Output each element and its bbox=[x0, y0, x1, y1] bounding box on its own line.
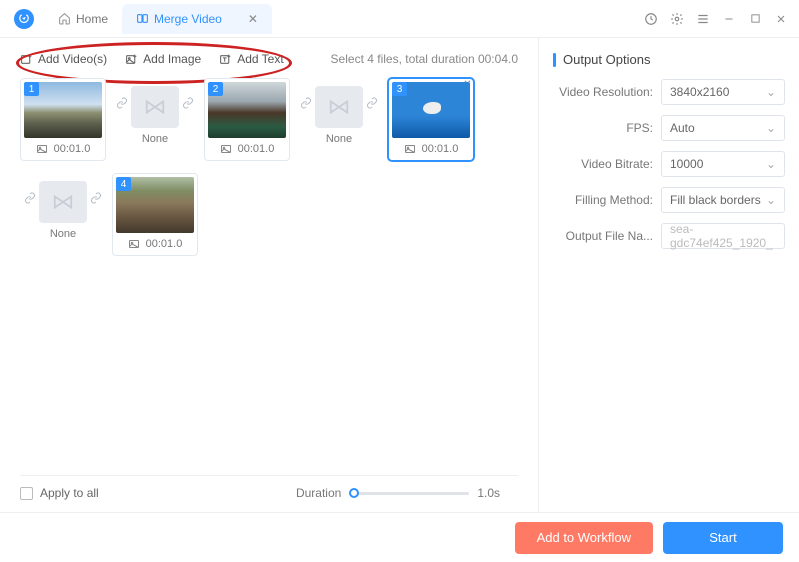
tab-merge-video[interactable]: Merge Video ✕ bbox=[122, 4, 272, 34]
window-controls bbox=[643, 11, 789, 27]
image-type-icon bbox=[404, 143, 416, 155]
apply-all-label: Apply to all bbox=[40, 486, 99, 500]
link-icon bbox=[116, 97, 128, 109]
close-tab-icon[interactable]: ✕ bbox=[248, 12, 258, 26]
maximize-icon[interactable] bbox=[747, 11, 763, 27]
transition-thumb bbox=[315, 86, 363, 128]
bitrate-select[interactable]: 10000⌄ bbox=[661, 151, 785, 177]
resolution-select[interactable]: 3840x2160⌄ bbox=[661, 79, 785, 105]
clip-index-badge: 4 bbox=[116, 177, 131, 191]
tab-home[interactable]: Home bbox=[44, 4, 122, 34]
menu-icon[interactable] bbox=[695, 11, 711, 27]
transition-slot[interactable]: None bbox=[112, 78, 198, 150]
chevron-down-icon: ⌄ bbox=[766, 193, 776, 207]
resolution-label: Video Resolution: bbox=[553, 85, 653, 99]
transition-label: None bbox=[326, 133, 352, 145]
app-logo bbox=[14, 9, 34, 29]
clip-card[interactable]: 1 00:01.0 bbox=[20, 78, 106, 161]
apply-all-checkbox[interactable] bbox=[20, 487, 33, 500]
add-image-icon bbox=[125, 53, 138, 66]
add-to-workflow-button[interactable]: Add to Workflow bbox=[515, 522, 653, 554]
add-videos-button[interactable]: Add Video(s) bbox=[20, 52, 107, 66]
chevron-down-icon: ⌄ bbox=[766, 157, 776, 171]
main-pane: Add Video(s) Add Image Add Text Select 4… bbox=[0, 38, 539, 512]
link-icon bbox=[182, 97, 194, 109]
transition-thumb bbox=[39, 181, 87, 223]
image-type-icon bbox=[128, 238, 140, 250]
merge-icon bbox=[136, 12, 149, 25]
link-icon bbox=[300, 97, 312, 109]
clip-index-badge: 2 bbox=[208, 82, 223, 96]
duration-slider[interactable] bbox=[349, 492, 469, 495]
bitrate-label: Video Bitrate: bbox=[553, 157, 653, 171]
history-icon[interactable] bbox=[643, 11, 659, 27]
add-toolbar: Add Video(s) Add Image Add Text Select 4… bbox=[20, 52, 518, 66]
transition-label: None bbox=[142, 133, 168, 145]
clip-duration: 00:01.0 bbox=[422, 143, 459, 155]
clip-index-badge: 3 bbox=[392, 82, 407, 96]
home-icon bbox=[58, 12, 71, 25]
minimize-icon[interactable] bbox=[721, 11, 737, 27]
transition-thumb bbox=[131, 86, 179, 128]
filling-label: Filling Method: bbox=[553, 193, 653, 207]
clip-duration: 00:01.0 bbox=[238, 143, 275, 155]
close-window-icon[interactable] bbox=[773, 11, 789, 27]
filename-field[interactable]: sea-gdc74ef425_1920_ bbox=[661, 223, 785, 249]
clip-duration: 00:01.0 bbox=[54, 143, 91, 155]
tab-label: Merge Video bbox=[154, 12, 222, 26]
image-type-icon bbox=[220, 143, 232, 155]
output-pane: Output Options Video Resolution: 3840x21… bbox=[539, 38, 799, 512]
image-type-icon bbox=[36, 143, 48, 155]
bottombar: Apply to all Duration 1.0s bbox=[20, 475, 518, 500]
gear-icon[interactable] bbox=[669, 11, 685, 27]
add-image-button[interactable]: Add Image bbox=[125, 52, 201, 66]
clip-list: 1 00:01.0 None 2 00:01.0 bbox=[20, 78, 518, 256]
start-button[interactable]: Start bbox=[663, 522, 783, 554]
duration-value: 1.0s bbox=[477, 486, 500, 500]
add-video-icon bbox=[20, 53, 33, 66]
clip-card[interactable]: 4 00:01.0 bbox=[112, 173, 198, 256]
chevron-down-icon: ⌄ bbox=[766, 121, 776, 135]
clip-thumbnail: 4 bbox=[116, 177, 194, 233]
duration-control: Duration 1.0s bbox=[296, 486, 500, 500]
tab-label: Home bbox=[76, 12, 108, 26]
clip-thumbnail: 2 bbox=[208, 82, 286, 138]
duration-label: Duration bbox=[296, 486, 341, 500]
clip-thumbnail: 3 bbox=[392, 82, 470, 138]
add-text-icon bbox=[219, 53, 232, 66]
app-window: Home Merge Video ✕ Add Video(s) bbox=[0, 0, 799, 562]
add-text-button[interactable]: Add Text bbox=[219, 52, 283, 66]
clip-thumbnail: 1 bbox=[24, 82, 102, 138]
footer: Add to Workflow Start bbox=[0, 512, 799, 562]
link-icon bbox=[366, 97, 378, 109]
clip-index-badge: 1 bbox=[24, 82, 39, 96]
fps-label: FPS: bbox=[553, 121, 653, 135]
transition-slot[interactable]: None bbox=[20, 173, 106, 245]
link-icon bbox=[24, 192, 36, 204]
fps-select[interactable]: Auto⌄ bbox=[661, 115, 785, 141]
filename-label: Output File Na... bbox=[553, 229, 653, 243]
clip-card[interactable]: 2 00:01.0 bbox=[204, 78, 290, 161]
chevron-down-icon: ⌄ bbox=[766, 85, 776, 99]
link-icon bbox=[90, 192, 102, 204]
selection-status: Select 4 files, total duration 00:04.0 bbox=[331, 52, 518, 66]
output-title: Output Options bbox=[553, 52, 785, 67]
clip-card[interactable]: ✕ 3 00:01.0 bbox=[388, 78, 474, 161]
transition-slot[interactable]: None bbox=[296, 78, 382, 150]
filling-select[interactable]: Fill black borders⌄ bbox=[661, 187, 785, 213]
clip-duration: 00:01.0 bbox=[146, 238, 183, 250]
transition-label: None bbox=[50, 228, 76, 240]
titlebar: Home Merge Video ✕ bbox=[0, 0, 799, 38]
